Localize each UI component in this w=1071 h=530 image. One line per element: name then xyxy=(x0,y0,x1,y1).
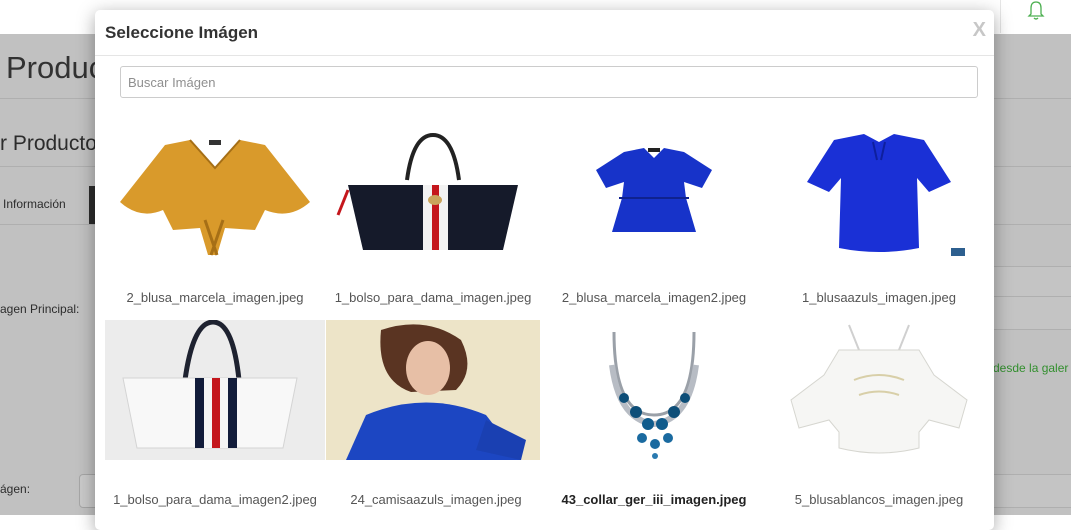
image-tile[interactable]: 2_blusa_marcela_imagen.jpeg xyxy=(105,120,325,310)
search-input[interactable] xyxy=(120,66,978,98)
image-picker-modal: Seleccione Imágen X 2_blusa_marcela_imag… xyxy=(95,10,994,530)
image-tile[interactable]: 1_bolso_para_dama_imagen2.jpeg xyxy=(105,320,325,510)
woman-blue-shirt-image xyxy=(326,320,540,460)
white-blouse-image xyxy=(790,324,968,454)
white-handbag-image xyxy=(105,320,325,460)
image-tile[interactable]: 5_blusablancos_imagen.jpeg xyxy=(769,320,989,510)
image-caption: 1_bolso_para_dama_imagen2.jpeg xyxy=(113,492,317,507)
image-tile[interactable]: 2_blusa_marcela_imagen2.jpeg xyxy=(544,120,764,310)
necklace-image xyxy=(609,331,699,459)
modal-header: Seleccione Imágen X xyxy=(95,10,994,56)
image-tile[interactable]: 24_camisaazuls_imagen.jpeg xyxy=(326,320,546,510)
close-button[interactable]: X xyxy=(973,19,986,42)
image-tile[interactable]: 43_collar_ger_iii_imagen.jpeg xyxy=(544,320,764,510)
image-caption: 2_blusa_marcela_imagen.jpeg xyxy=(126,290,304,305)
blue-blouse-image xyxy=(807,134,965,256)
image-tile[interactable]: 1_blusaazuls_imagen.jpeg xyxy=(769,120,989,310)
mustard-blouse-image xyxy=(120,139,310,256)
black-handbag-image xyxy=(336,132,518,250)
image-caption: 2_blusa_marcela_imagen2.jpeg xyxy=(561,290,747,305)
image-caption: 43_collar_ger_iii_imagen.jpeg xyxy=(561,492,747,507)
modal-title: Seleccione Imágen xyxy=(105,23,259,42)
image-caption: 24_camisaazuls_imagen.jpeg xyxy=(350,492,522,507)
notifications-button[interactable] xyxy=(1000,0,1071,33)
bell-icon xyxy=(1027,1,1045,20)
image-caption: 1_bolso_para_dama_imagen.jpeg xyxy=(334,290,532,305)
blue-ruffle-blouse-image xyxy=(596,148,712,232)
image-tile[interactable]: 1_bolso_para_dama_imagen.jpeg xyxy=(323,120,543,310)
image-caption: 5_blusablancos_imagen.jpeg xyxy=(794,492,964,507)
image-caption: 1_blusaazuls_imagen.jpeg xyxy=(802,290,956,305)
